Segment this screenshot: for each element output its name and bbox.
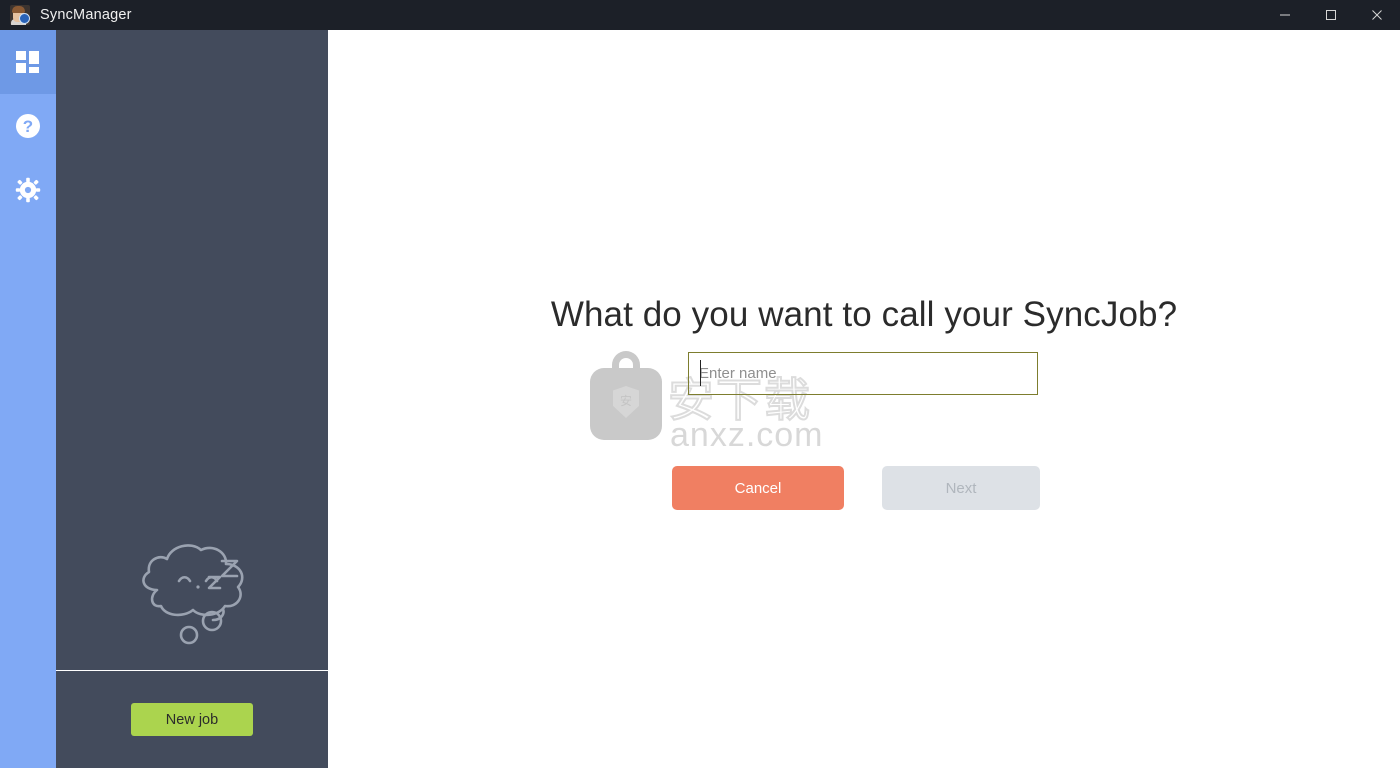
app-window: SyncManager ? New job What do you want t… [0,0,1400,768]
sidebar-item-settings[interactable] [0,158,56,222]
maximize-icon[interactable] [1308,0,1354,30]
watermark-bag-handle [612,351,640,377]
syncmanager-app-icon [10,5,30,25]
svg-text:?: ? [23,117,33,136]
window-controls [1262,0,1400,30]
sidebar-item-dashboard[interactable] [0,30,56,94]
settings-gear-icon [15,177,41,203]
next-button[interactable]: Next [882,466,1040,510]
sidebar-item-help[interactable]: ? [0,94,56,158]
watermark-bag-icon [590,368,662,440]
jobs-panel: New job [56,30,328,768]
new-job-area: New job [56,671,328,768]
title-bar: SyncManager [0,0,1400,30]
page-title: What do you want to call your SyncJob? [550,295,1178,334]
help-question-icon: ? [15,113,41,139]
dashboard-grid-icon [15,49,41,75]
text-cursor [700,360,701,386]
main-content: What do you want to call your SyncJob? 安… [328,30,1400,768]
sidebar-rail: ? [0,30,56,768]
sleeping-cloud-icon [127,528,257,653]
watermark-domain-text: anxz.com [670,416,824,454]
jobs-list [56,30,328,670]
syncjob-name-input[interactable] [688,352,1038,395]
cancel-button[interactable]: Cancel [672,466,844,510]
close-icon[interactable] [1354,0,1400,30]
watermark-shield-icon [613,386,639,418]
new-job-button[interactable]: New job [131,703,253,736]
minimize-icon[interactable] [1262,0,1308,30]
window-title: SyncManager [40,7,132,23]
action-buttons: Cancel Next [328,466,1400,510]
watermark-shield-mark: 安 [619,394,632,408]
